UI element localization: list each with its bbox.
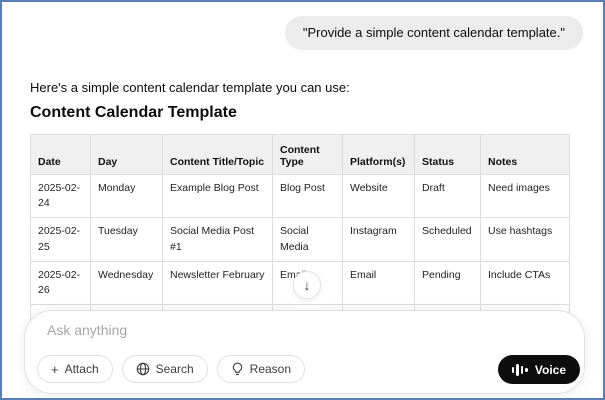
col-header-status: Status — [415, 135, 481, 175]
assistant-heading: Content Calendar Template — [30, 104, 237, 122]
ask-anything-input[interactable] — [45, 321, 475, 339]
col-header-notes: Notes — [481, 135, 570, 175]
cell-status: Scheduled — [415, 218, 481, 261]
assistant-intro-text: Here's a simple content calendar templat… — [30, 80, 350, 95]
cell-day: Wednesday — [91, 261, 163, 304]
user-message-bubble: "Provide a simple content calendar templ… — [285, 16, 583, 50]
cell-title: Social Media Post #1 — [163, 218, 273, 261]
cell-platform: Instagram — [343, 218, 415, 261]
arrow-down-icon: ↓ — [304, 277, 311, 293]
attach-button[interactable]: + Attach — [37, 355, 113, 383]
table-row: 2025-02-25 Tuesday Social Media Post #1 … — [31, 218, 570, 261]
reason-button[interactable]: Reason — [217, 355, 305, 383]
col-header-type: Content Type — [273, 135, 343, 175]
globe-icon — [136, 362, 150, 376]
composer-card: + Attach Search — [24, 310, 585, 394]
voice-button[interactable]: Voice — [498, 355, 580, 384]
chat-window: "Provide a simple content calendar templ… — [0, 0, 605, 400]
col-header-day: Day — [91, 135, 163, 175]
attach-button-label: Attach — [65, 362, 99, 376]
cell-platform: Website — [343, 175, 415, 218]
cell-date: 2025-02-24 — [31, 175, 91, 218]
cell-day: Monday — [91, 175, 163, 218]
scroll-to-bottom-button[interactable]: ↓ — [293, 271, 321, 299]
cell-title: Newsletter February — [163, 261, 273, 304]
search-button-label: Search — [156, 362, 194, 376]
lightbulb-icon — [231, 362, 244, 376]
cell-status: Draft — [415, 175, 481, 218]
cell-date: 2025-02-26 — [31, 261, 91, 304]
col-header-platforms: Platform(s) — [343, 135, 415, 175]
plus-icon: + — [51, 363, 59, 376]
cell-type: Blog Post — [273, 175, 343, 218]
composer-actions: + Attach Search — [37, 355, 305, 383]
table-row: 2025-02-24 Monday Example Blog Post Blog… — [31, 175, 570, 218]
cell-notes: Include CTAs — [481, 261, 570, 304]
cell-status: Pending — [415, 261, 481, 304]
cell-platform: Email — [343, 261, 415, 304]
voice-button-label: Voice — [535, 363, 566, 377]
cell-notes: Use hashtags — [481, 218, 570, 261]
cell-notes: Need images — [481, 175, 570, 218]
search-button[interactable]: Search — [122, 355, 208, 383]
reason-button-label: Reason — [250, 362, 291, 376]
col-header-title: Content Title/Topic — [163, 135, 273, 175]
voice-waveform-icon — [512, 364, 528, 376]
table-header-row: Date Day Content Title/Topic Content Typ… — [31, 135, 570, 175]
cell-title: Example Blog Post — [163, 175, 273, 218]
content-calendar-table: Date Day Content Title/Topic Content Typ… — [30, 134, 569, 331]
cell-type: Social Media — [273, 218, 343, 261]
cell-date: 2025-02-25 — [31, 218, 91, 261]
col-header-date: Date — [31, 135, 91, 175]
cell-day: Tuesday — [91, 218, 163, 261]
